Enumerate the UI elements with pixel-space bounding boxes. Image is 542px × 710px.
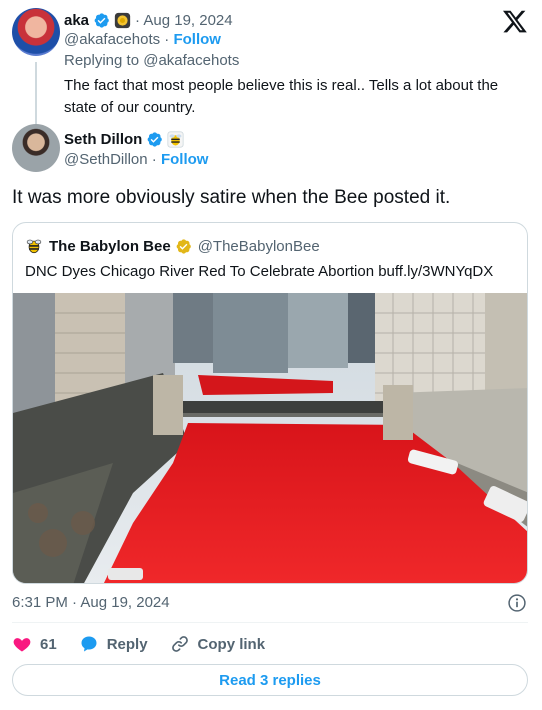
quoted-author-name[interactable]: The Babylon Bee xyxy=(49,238,171,255)
copy-link-button[interactable]: Copy link xyxy=(170,634,266,654)
author-name[interactable]: aka xyxy=(64,12,89,29)
bee-icon xyxy=(167,130,184,148)
tweet-date[interactable]: Aug 19, 2024 xyxy=(143,12,232,29)
avatar[interactable] xyxy=(12,124,60,172)
action-bar: 61 Reply Copy link xyxy=(12,632,287,656)
read-replies-label: Read 3 replies xyxy=(219,671,321,689)
separator-dot: · xyxy=(135,11,141,29)
parent-tweet: aka · Aug 19, 2024 @akafacehots · Follow… xyxy=(12,8,532,128)
replying-to[interactable]: Replying to @akafacehots xyxy=(64,52,239,69)
author-handle[interactable]: @akafacehots xyxy=(64,31,160,48)
chicago-river-red-photo[interactable] xyxy=(13,293,528,584)
quoted-author-row: The Babylon Bee @TheBabylonBee xyxy=(25,236,320,256)
reply-button[interactable]: Reply xyxy=(79,634,148,654)
reply-bubble-icon xyxy=(81,636,97,652)
separator-dot: · xyxy=(164,31,170,48)
separator-dot: · xyxy=(151,151,157,168)
like-count: 61 xyxy=(40,635,57,653)
copy-link-label: Copy link xyxy=(197,635,266,653)
link-icon xyxy=(171,636,188,652)
main-tweet-text: It was more obviously satire when the Be… xyxy=(12,187,451,208)
author-name[interactable]: Seth Dillon xyxy=(64,131,142,148)
bee-icon xyxy=(26,239,42,254)
parent-tweet-text: The fact that most people believe this i… xyxy=(64,77,499,116)
info-icon[interactable] xyxy=(507,593,527,613)
verified-badge-icon xyxy=(147,131,163,147)
quoted-tweet-card[interactable]: The Babylon Bee @TheBabylonBee DNC Dyes … xyxy=(12,222,528,584)
author-handle[interactable]: @SethDillon xyxy=(64,151,148,168)
main-handle-row: @SethDillon · Follow xyxy=(64,151,208,168)
follow-button[interactable]: Follow xyxy=(161,151,209,168)
quoted-author-handle[interactable]: @TheBabylonBee xyxy=(198,238,320,255)
heart-icon xyxy=(13,638,31,652)
like-button[interactable]: 61 xyxy=(12,634,57,654)
avatar[interactable] xyxy=(12,8,60,56)
read-replies-button[interactable]: Read 3 replies xyxy=(12,664,528,696)
tweet-timestamp[interactable]: 6:31 PM · Aug 19, 2024 xyxy=(12,594,170,611)
parent-author-row: aka · Aug 19, 2024 xyxy=(64,10,233,30)
divider xyxy=(12,622,528,623)
main-author-row: Seth Dillon xyxy=(64,129,184,149)
follow-button[interactable]: Follow xyxy=(173,31,221,48)
verified-badge-icon xyxy=(94,12,109,28)
thread-line xyxy=(35,62,37,124)
reply-label: Reply xyxy=(106,635,148,653)
gold-verified-badge-icon xyxy=(176,238,191,254)
parent-handle-row: @akafacehots · Follow xyxy=(64,31,221,48)
gold-emoji-badge-icon xyxy=(114,12,131,28)
quoted-tweet-text: DNC Dyes Chicago River Red To Celebrate … xyxy=(25,263,494,280)
